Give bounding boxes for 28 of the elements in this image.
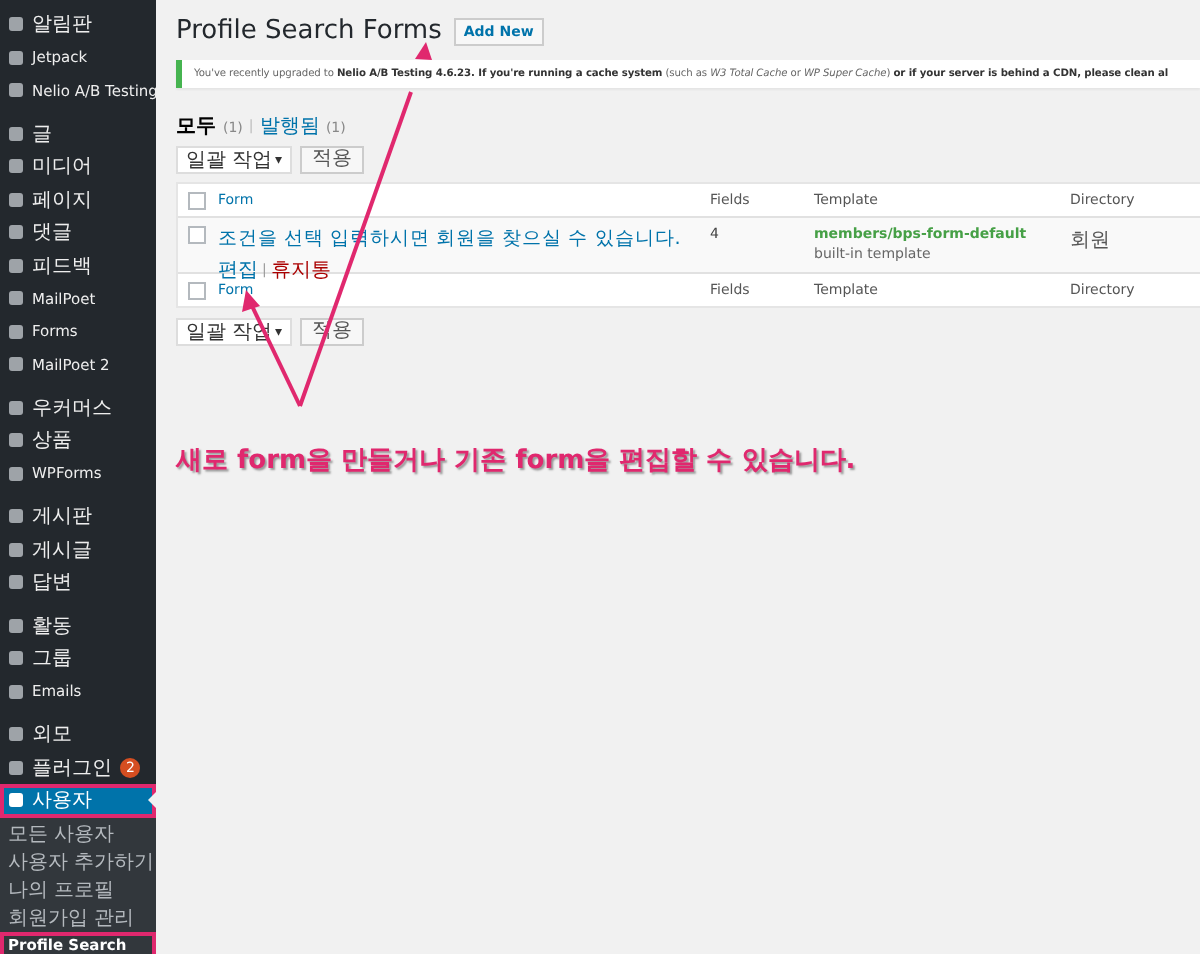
sidebar-item[interactable]: 상품 <box>0 424 156 457</box>
sidebar-item[interactable]: 글 <box>0 117 156 150</box>
sidebar-item[interactable]: 미디어 <box>0 150 156 183</box>
apply-button[interactable]: 적용 <box>300 146 364 174</box>
checkbox[interactable] <box>188 281 206 299</box>
sidebar-item[interactable]: 페이지 <box>0 183 156 216</box>
sidebar-item[interactable]: 게시글 <box>0 533 156 566</box>
sidebar-item[interactable]: 답변 <box>0 566 156 599</box>
submenu-item[interactable]: 회원가입 관리 <box>0 903 156 931</box>
trash-link[interactable]: 휴지통 <box>270 256 331 284</box>
edit-link[interactable]: 편집 <box>218 256 258 284</box>
sidebar-item[interactable]: 사용자 <box>0 784 156 817</box>
sidebar-item[interactable]: 활동 <box>0 609 156 642</box>
table-cell-text: 회원 <box>1068 228 1112 254</box>
annotation-caption: 새로 form을 만들거나 기존 form을 편집할 수 있습니다. <box>176 444 858 478</box>
submenu-item[interactable]: 모든 사용자 <box>0 819 156 847</box>
checkbox[interactable] <box>188 191 206 209</box>
sidebar-item[interactable]: 댓글 <box>0 216 156 249</box>
page-title: Profile Search Forms <box>176 16 442 46</box>
sidebar-item[interactable]: 우커머스 <box>0 391 156 424</box>
sidebar-item[interactable]: 알림판 <box>0 8 156 41</box>
submenu-item[interactable]: 사용자 추가하기 <box>0 847 156 875</box>
sidebar-item[interactable]: 게시판 <box>0 500 156 533</box>
sidebar-item[interactable]: 그룹 <box>0 642 156 675</box>
submenu-item[interactable]: 나의 프로필 <box>0 875 156 903</box>
checkbox[interactable] <box>188 226 206 244</box>
sidebar-item[interactable]: 외모 <box>0 718 156 751</box>
sidebar-item[interactable]: 피드백 <box>0 249 156 282</box>
